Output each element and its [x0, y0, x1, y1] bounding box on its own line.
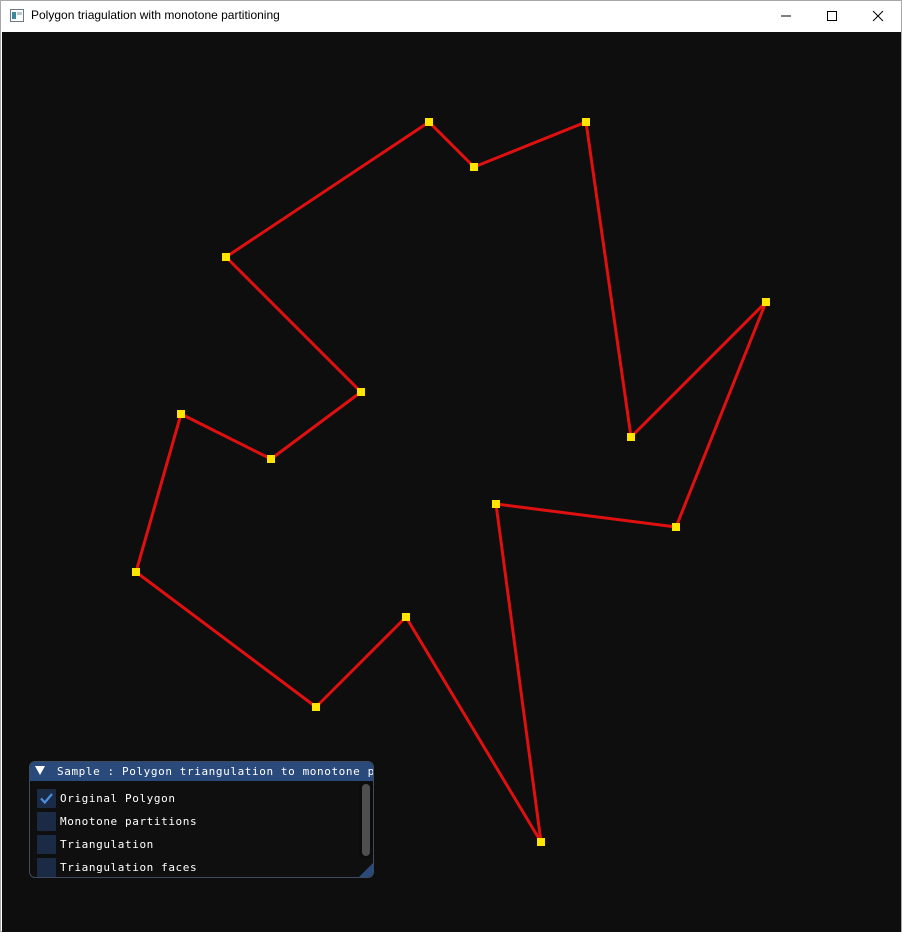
- option-label: Monotone partitions: [60, 815, 198, 828]
- polygon-edge: [224, 255, 363, 394]
- maximize-button[interactable]: [809, 1, 855, 31]
- option-triangulation-faces[interactable]: Triangulation faces: [37, 858, 197, 877]
- polygon-edge: [179, 412, 273, 461]
- polygon-edge: [269, 390, 363, 461]
- resize-grip-icon[interactable]: [359, 863, 373, 877]
- panel-body: Original Polygon Monotone partitions Tri…: [30, 781, 373, 877]
- polygon-vertex[interactable]: [267, 455, 275, 463]
- option-triangulation[interactable]: Triangulation: [37, 835, 154, 854]
- polygon-vertex[interactable]: [312, 703, 320, 711]
- checkmark-icon: [40, 793, 53, 804]
- polygon-vertex[interactable]: [762, 298, 770, 306]
- polygon-edge: [224, 120, 431, 259]
- checkbox-triangulation-faces[interactable]: [37, 858, 56, 877]
- panel-header[interactable]: Sample : Polygon triangulation to monoto…: [30, 762, 373, 781]
- checkbox-triangulation[interactable]: [37, 835, 56, 854]
- polygon-edge: [404, 615, 543, 844]
- polygon-edge: [427, 120, 476, 169]
- polygon-edge: [674, 300, 768, 529]
- maximize-icon: [827, 11, 837, 21]
- polygon-vertex[interactable]: [582, 118, 590, 126]
- minimize-button[interactable]: [763, 1, 809, 31]
- option-label: Original Polygon: [60, 792, 176, 805]
- title-bar[interactable]: Polygon triagulation with monotone parti…: [1, 1, 901, 31]
- panel-title: Sample : Polygon triangulation to monoto…: [57, 765, 374, 778]
- polygon-edge: [134, 412, 183, 574]
- polygon-edge: [629, 300, 768, 439]
- polygon-edge: [314, 615, 408, 709]
- app-icon: [10, 9, 24, 22]
- polygon-edge: [584, 120, 633, 439]
- option-label: Triangulation faces: [60, 861, 198, 874]
- polygon-vertex[interactable]: [672, 523, 680, 531]
- polygon-vertex[interactable]: [402, 613, 410, 621]
- polygon-vertex[interactable]: [492, 500, 500, 508]
- sample-panel: Sample : Polygon triangulation to monoto…: [29, 761, 374, 878]
- polygon-vertex[interactable]: [177, 410, 185, 418]
- polygon-vertex[interactable]: [132, 568, 140, 576]
- app-window: Polygon triagulation with monotone parti…: [0, 0, 902, 932]
- window-title: Polygon triagulation with monotone parti…: [31, 8, 280, 22]
- polygon-edge: [134, 570, 318, 709]
- polygon-vertex[interactable]: [222, 253, 230, 261]
- panel-scrollbar[interactable]: [359, 782, 373, 858]
- minimize-icon: [781, 15, 791, 17]
- polygon-edge: [494, 502, 543, 844]
- checkbox-monotone-partitions[interactable]: [37, 812, 56, 831]
- polygon-edge: [472, 120, 588, 169]
- option-monotone-partitions[interactable]: Monotone partitions: [37, 812, 197, 831]
- polygon-vertex[interactable]: [470, 163, 478, 171]
- polygon-vertex[interactable]: [627, 433, 635, 441]
- polygon-vertex[interactable]: [537, 838, 545, 846]
- option-original-polygon[interactable]: Original Polygon: [37, 789, 176, 808]
- close-button[interactable]: [855, 1, 901, 31]
- option-label: Triangulation: [60, 838, 154, 851]
- scrollbar-thumb[interactable]: [362, 784, 370, 856]
- collapse-arrow-icon[interactable]: [35, 766, 45, 775]
- close-icon: [872, 10, 884, 22]
- polygon-vertex[interactable]: [425, 118, 433, 126]
- polygon-edge: [494, 502, 678, 529]
- polygon-vertex[interactable]: [357, 388, 365, 396]
- checkbox-original-polygon[interactable]: [37, 789, 56, 808]
